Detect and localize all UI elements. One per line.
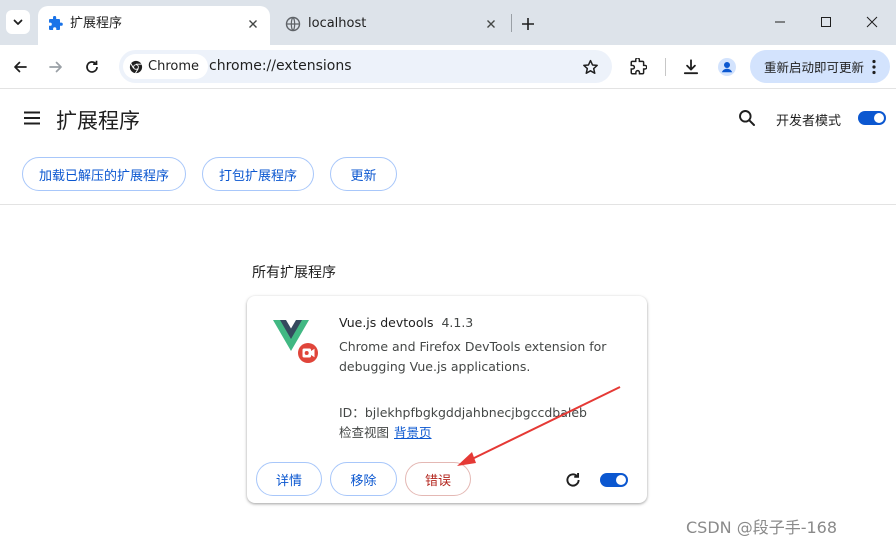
inspect-views: 检查视图 背景页 [339,422,432,441]
toolbar-separator [665,58,666,76]
chevron-down-icon [13,19,23,25]
extensions-button[interactable] [624,53,652,81]
more-menu-button[interactable] [866,58,882,76]
developer-mode-label: 开发者模式 [776,114,842,129]
kebab-menu-icon [872,59,876,75]
close-icon [866,16,878,28]
relaunch-label: 重新启动即可更新 [764,60,865,75]
toggle-knob [616,475,626,485]
maximize-button[interactable] [811,9,841,35]
bookmark-button[interactable] [580,57,600,77]
page-title: 扩展程序 [56,109,140,133]
arrow-left-icon [14,61,27,73]
avatar-icon [718,58,736,76]
minimize-button[interactable] [765,9,795,35]
tab-search-button[interactable] [6,10,30,34]
extension-version: 4.1.3 [441,315,474,330]
downloads-button[interactable] [677,53,705,81]
hamburger-menu-icon[interactable] [22,108,42,128]
details-button[interactable]: 详情 [256,462,322,496]
address-bar[interactable]: Chrome chrome://extensions [119,50,612,83]
extension-id-label: ID： [339,405,365,420]
errors-button[interactable]: 错误 [405,462,471,496]
extension-name-text: Vue.js devtools [339,315,434,330]
extension-card: Vue.js devtools 4.1.3 Chrome and Firefox … [247,296,647,503]
reload-icon[interactable] [564,471,582,489]
search-icon[interactable] [737,108,757,128]
background-page-link[interactable]: 背景页 [394,425,432,440]
extension-description: Chrome and Firefox DevTools extension fo… [339,339,607,374]
pack-extension-button[interactable]: 打包扩展程序 [202,157,314,191]
reload-button[interactable] [78,53,106,81]
puzzle-icon [49,16,63,30]
new-tab-button[interactable] [516,12,540,36]
site-chip-label: Chrome [148,59,199,74]
extension-name: Vue.js devtools 4.1.3 [339,315,473,330]
url-text[interactable]: chrome://extensions [209,58,352,74]
close-icon [249,20,257,28]
back-button[interactable] [6,53,34,81]
maximize-icon [821,17,831,27]
forward-button[interactable] [42,53,70,81]
load-unpacked-button[interactable]: 加载已解压的扩展程序 [22,157,186,191]
relaunch-to-update-button[interactable]: 重新启动即可更新 [750,50,890,83]
minimize-icon [775,21,785,23]
close-icon [487,20,495,28]
plus-icon [522,18,534,30]
section-title: 所有扩展程序 [252,265,336,281]
extension-enable-toggle[interactable] [600,473,628,487]
site-info-chip[interactable]: Chrome [123,54,208,79]
close-window-button[interactable] [857,9,887,35]
tab-title: localhost [308,16,367,31]
inspect-views-label: 检查视图 [339,425,390,440]
browser-toolbar: Chrome chrome://extensions 重新启动即可更新 [0,45,896,89]
vue-logo-icon [273,320,320,365]
profile-button[interactable] [713,53,741,81]
close-tab-button[interactable] [244,15,262,33]
tab-title: 扩展程序 [70,16,123,31]
star-icon [582,59,598,74]
chrome-logo-icon [129,60,143,73]
header-divider [0,204,896,205]
puzzle-icon [630,58,647,75]
developer-mode-toggle[interactable] [858,111,886,125]
watermark: CSDN @段子手-168 [686,518,838,537]
tab-extensions[interactable]: 扩展程序 [38,6,270,45]
extension-id-value: bjlekhpfbgkgddjahbnecjbgccdbaleb [364,405,587,420]
reload-icon [86,60,98,73]
extension-id: ID：bjlekhpfbgkgddjahbnecjbgccdbaleb [339,402,587,421]
remove-button[interactable]: 移除 [330,462,397,496]
tab-localhost[interactable]: localhost [276,6,508,45]
close-tab-button[interactable] [482,15,500,33]
tab-strip: 扩展程序 localhost [0,0,896,45]
arrow-right-icon [49,61,62,73]
tab-separator [511,14,512,32]
download-icon [683,59,699,75]
toggle-knob [874,113,884,123]
globe-icon [285,16,301,32]
update-button[interactable]: 更新 [330,157,397,191]
